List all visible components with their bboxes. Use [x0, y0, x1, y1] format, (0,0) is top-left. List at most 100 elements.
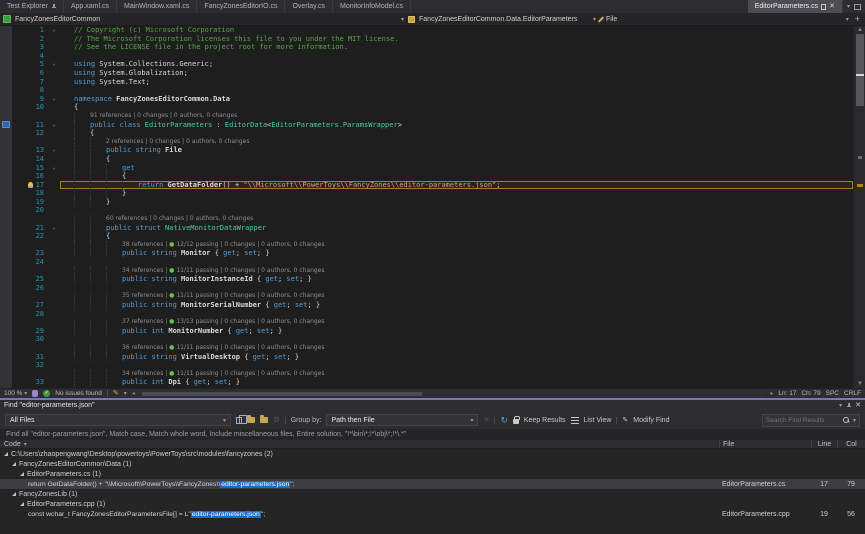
code-row[interactable]: 28: [0, 310, 853, 319]
code-row[interactable]: 13⌄public string File: [0, 146, 853, 155]
window-position-chevron-icon[interactable]: ▾: [839, 402, 842, 409]
col-column-header[interactable]: Col: [837, 440, 865, 448]
find-group-row[interactable]: FancyZonesLib (1): [0, 489, 865, 499]
markers-pencil-icon[interactable]: ✎: [113, 390, 119, 397]
codelens-row[interactable]: 34 references | ● 11/11 passing | 0 chan…: [0, 267, 853, 276]
code-row[interactable]: 25public string MonitorInstanceId { get;…: [0, 275, 853, 284]
list-view-icon[interactable]: [571, 417, 579, 424]
code-row[interactable]: 21⌄public struct NativeMonitorDataWrappe…: [0, 224, 853, 233]
copy-icon[interactable]: [236, 417, 242, 424]
codelens-row[interactable]: 35 references | ● 11/11 passing | 0 chan…: [0, 292, 853, 301]
zoom-level-dropdown[interactable]: 100 % ▾: [4, 390, 27, 397]
find-group-row[interactable]: FancyZonesEditorCommon\Data (1): [0, 459, 865, 469]
code-row[interactable]: 15⌄get: [0, 164, 853, 173]
line-column-header[interactable]: Line: [811, 440, 837, 448]
code-row[interactable]: 11⌄public class EditorParameters : Edito…: [0, 121, 853, 130]
codelens-row[interactable]: 38 references | ● 12/12 passing | 0 chan…: [0, 241, 853, 250]
fold-chevron-icon[interactable]: ⌄: [48, 224, 60, 233]
codelens-row[interactable]: 2 references | 0 changes | 0 authors, 0 …: [0, 138, 853, 147]
find-group-row[interactable]: C:\Users\zhaopengwang\Desktop\powertoys\…: [0, 449, 865, 459]
breadcrumb-project-dropdown[interactable]: FancyZonesEditorCommon: [15, 16, 397, 23]
code-row[interactable]: 20: [0, 206, 853, 215]
chevron-down-icon[interactable]: ▾: [124, 390, 127, 397]
tab-monitorinfomodel-cs[interactable]: MonitorInfoModel.cs: [333, 0, 411, 13]
list-view-button[interactable]: List View: [584, 417, 612, 424]
codelens-row[interactable]: 91 references | 0 changes | 0 authors, 0…: [0, 112, 853, 121]
code-row[interactable]: 1⌄// Copyright (c) Microsoft Corporation: [0, 26, 853, 35]
expander-icon[interactable]: [20, 472, 24, 476]
code-row[interactable]: 7using System.Text;: [0, 78, 853, 87]
expander-icon[interactable]: [12, 462, 16, 466]
group-by-dropdown[interactable]: Path then File ▾: [326, 414, 478, 426]
scroll-up-icon[interactable]: ▲: [854, 26, 865, 34]
find-group-row[interactable]: EditorParameters.cpp (1): [0, 499, 865, 509]
code-row[interactable]: 5⌄using System.Collections.Generic;: [0, 60, 853, 69]
tab-test-explorer[interactable]: Test Explorer: [0, 0, 64, 13]
close-tab-icon[interactable]: ✕: [829, 3, 835, 10]
tab-mainwindow-xaml-cs[interactable]: MainWindow.xaml.cs: [117, 0, 197, 13]
code-row[interactable]: 29public int MonitorNumber { get; set; }: [0, 327, 853, 336]
modify-find-pencil-icon[interactable]: ✎: [622, 417, 628, 424]
keep-results-button[interactable]: Keep Results: [524, 417, 566, 424]
code-row[interactable]: 19}: [0, 198, 853, 207]
breadcrumb-member-dropdown[interactable]: File: [606, 16, 842, 23]
scroll-down-icon[interactable]: ▼: [854, 380, 865, 388]
search-icon[interactable]: [842, 416, 850, 424]
find-panel-title-bar[interactable]: Find "editor-parameters.json" ▾ ✕: [0, 400, 865, 411]
chevron-down-icon[interactable]: ▾: [593, 16, 596, 23]
window-list-icon[interactable]: [854, 4, 861, 10]
code-row[interactable]: 26: [0, 284, 853, 293]
codelens-row[interactable]: 34 references | ● 11/11 passing | 0 chan…: [0, 370, 853, 379]
fold-chevron-icon[interactable]: ⌄: [48, 164, 60, 173]
code-row[interactable]: 27public string MonitorSerialNumber { ge…: [0, 301, 853, 310]
breadcrumb-type-dropdown[interactable]: FancyZonesEditorCommon.Data.EditorParame…: [419, 16, 589, 23]
file-column-header[interactable]: File: [719, 440, 811, 448]
scope-dropdown[interactable]: All Files ▾: [5, 414, 231, 426]
chevron-down-icon[interactable]: ▾: [401, 16, 404, 23]
fold-chevron-icon[interactable]: ⌄: [48, 146, 60, 155]
code-row[interactable]: 9⌄namespace FancyZonesEditorCommon.Data: [0, 95, 853, 104]
pin-icon[interactable]: [846, 403, 851, 408]
code-row[interactable]: 10{: [0, 103, 853, 112]
split-window-icon[interactable]: +: [853, 15, 862, 24]
scroll-right-icon[interactable]: ▸: [770, 390, 773, 397]
search-find-results-input[interactable]: [766, 417, 839, 424]
issues-status-label[interactable]: No issues found: [55, 390, 102, 397]
code-row[interactable]: 31public string VirtualDesktop { get; se…: [0, 353, 853, 362]
expander-icon[interactable]: [20, 502, 24, 506]
eol-indicator[interactable]: CRLF: [844, 390, 861, 397]
code-row[interactable]: 23public string Monitor { get; set; }: [0, 249, 853, 258]
code-column-header[interactable]: Code: [4, 441, 21, 448]
fold-chevron-icon[interactable]: ⌄: [48, 26, 60, 35]
code-row[interactable]: 14{: [0, 155, 853, 164]
close-panel-icon[interactable]: ✕: [855, 402, 861, 409]
fold-chevron-icon[interactable]: ⌄: [48, 121, 60, 130]
code-row[interactable]: 2// The Microsoft Corporation licenses t…: [0, 35, 853, 44]
tab-fancyzoneseditorio-cs[interactable]: FancyZonesEditorIO.cs: [197, 0, 285, 13]
tab-app-xaml-cs[interactable]: App.xaml.cs: [64, 0, 117, 13]
spaces-indicator[interactable]: SPC: [826, 390, 839, 397]
code-row[interactable]: 33public int Dpi { get; set; }: [0, 378, 853, 387]
vertical-scrollbar[interactable]: ▲ ▼: [853, 26, 865, 388]
modify-find-button[interactable]: Modify Find: [633, 417, 669, 424]
find-group-row[interactable]: EditorParameters.cs (1): [0, 469, 865, 479]
lock-icon[interactable]: [513, 419, 519, 424]
find-result-row[interactable]: return GetDataFolder() + "\\Microsoft\\P…: [0, 479, 865, 489]
code-row[interactable]: 30: [0, 335, 853, 344]
code-row[interactable]: 22{: [0, 232, 853, 241]
codelens-row[interactable]: 36 references | ● 11/11 passing | 0 chan…: [0, 344, 853, 353]
expand-all-icon[interactable]: [247, 417, 255, 423]
document-health-icon[interactable]: [32, 390, 38, 397]
code-row[interactable]: 32: [0, 361, 853, 370]
collapse-all-icon[interactable]: [260, 417, 268, 423]
code-row[interactable]: 17return GetDataFolder() + "\\Microsoft\…: [0, 181, 853, 190]
code-row[interactable]: 24: [0, 258, 853, 267]
scrollbar-thumb[interactable]: [856, 34, 864, 106]
code-row[interactable]: 18}: [0, 189, 853, 198]
tab-overlay-cs[interactable]: Overlay.cs: [285, 0, 333, 13]
lightbulb-icon[interactable]: [28, 182, 33, 188]
code-row[interactable]: 3// See the LICENSE file in the project …: [0, 43, 853, 52]
refresh-icon[interactable]: ↻: [500, 416, 508, 425]
find-result-row[interactable]: const wchar_t FancyZonesEditorParameters…: [0, 509, 865, 519]
fold-chevron-icon[interactable]: ⌄: [48, 95, 60, 104]
